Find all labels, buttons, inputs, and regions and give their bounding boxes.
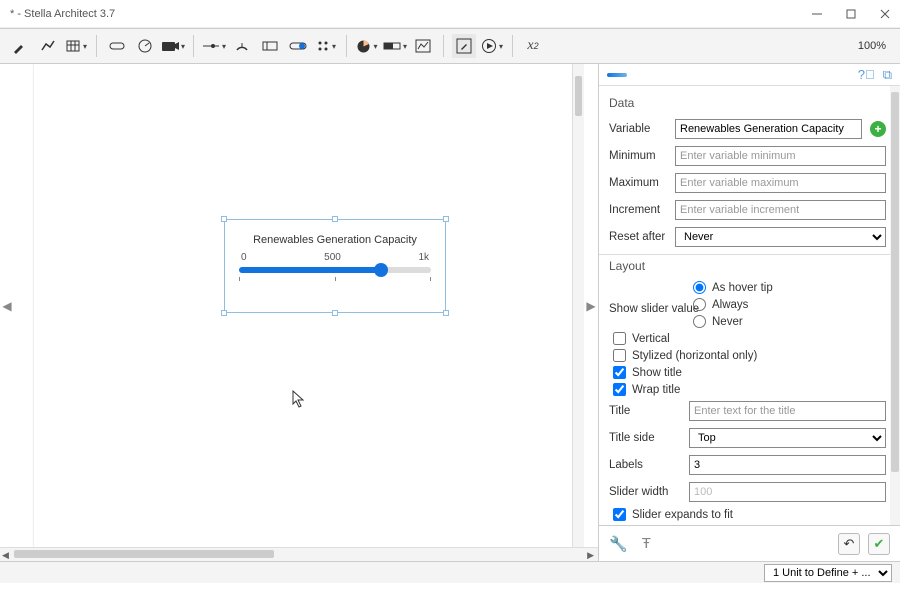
pill-tool-icon[interactable]: [105, 34, 129, 58]
help-icon[interactable]: ?⃝: [858, 67, 875, 83]
show-slider-value-label: Show slider value: [609, 303, 699, 315]
table-icon[interactable]: ▾: [64, 34, 88, 58]
reset-after-select[interactable]: Never: [675, 227, 886, 247]
check-expands[interactable]: [613, 508, 626, 521]
zoom-indicator[interactable]: 100%: [858, 40, 892, 52]
check-show-title[interactable]: [613, 366, 626, 379]
minimum-label: Minimum: [609, 150, 671, 162]
panel-object-icon: [607, 73, 627, 77]
next-page-arrow-icon[interactable]: ▶: [584, 64, 598, 547]
radio-never[interactable]: [693, 315, 706, 328]
slider-width-input: [689, 482, 886, 502]
canvas[interactable]: Renewables Generation Capacity 0 500 1k: [34, 64, 572, 547]
title-side-select[interactable]: Top: [689, 428, 886, 448]
wrench-tab-icon[interactable]: 🔧: [609, 535, 628, 553]
labels-label: Labels: [609, 459, 685, 471]
add-variable-button[interactable]: +: [870, 121, 886, 137]
gauge-tool-icon[interactable]: [133, 34, 157, 58]
radio-hover-tip[interactable]: [693, 281, 706, 294]
toggle-tool-icon[interactable]: [286, 34, 310, 58]
maximum-label: Maximum: [609, 177, 671, 189]
status-bar: 1 Unit to Define + ...: [0, 561, 900, 583]
play-icon[interactable]: ▾: [480, 34, 504, 58]
popout-icon[interactable]: ⧉: [883, 67, 892, 83]
panel-vertical-scrollbar[interactable]: [890, 86, 900, 525]
title-input[interactable]: [689, 401, 886, 421]
slider-width-label: Slider width: [609, 486, 685, 498]
canvas-vertical-scrollbar[interactable]: [572, 64, 584, 547]
properties-panel: ?⃝ ⧉ Data Variable + Minimum Maximum Inc…: [598, 64, 900, 561]
slider-fill: [239, 267, 381, 273]
check-wrap-title[interactable]: [613, 383, 626, 396]
window-controls: [812, 9, 890, 19]
slider-scale-mid: 500: [324, 252, 341, 263]
window-titlebar: * - Stella Architect 3.7: [0, 0, 900, 28]
title-side-label: Title side: [609, 432, 685, 444]
increment-label: Increment: [609, 204, 671, 216]
camera-tool-icon[interactable]: ▾: [161, 34, 185, 58]
maximize-button[interactable]: [846, 9, 856, 19]
canvas-horizontal-scrollbar[interactable]: ◀▶: [0, 547, 598, 561]
style-tab-icon[interactable]: Ŧ: [642, 535, 651, 553]
slider-widget[interactable]: Renewables Generation Capacity 0 500 1k: [224, 219, 446, 313]
line-chart-icon[interactable]: [36, 34, 60, 58]
units-status-select[interactable]: 1 Unit to Define + ...: [764, 564, 892, 582]
input-tool-icon[interactable]: [258, 34, 282, 58]
slider-tool-icon[interactable]: ▾: [202, 34, 226, 58]
close-button[interactable]: [880, 9, 890, 19]
labels-input[interactable]: [689, 455, 886, 475]
prev-page-arrow-icon[interactable]: ◀: [0, 64, 14, 547]
check-vertical[interactable]: [613, 332, 626, 345]
resize-handle[interactable]: [332, 216, 338, 222]
toolbar: ▾ ▾ ▾ ▾ ▾ ▾ ▾ x2 100%: [0, 28, 900, 64]
layout-section-header: Layout: [609, 259, 886, 273]
apply-button[interactable]: ✔: [868, 533, 890, 555]
brush-tool-icon[interactable]: [8, 34, 32, 58]
slider-track[interactable]: [239, 267, 431, 273]
progress-tool-icon[interactable]: ▾: [383, 34, 407, 58]
slider-scale-max: 1k: [418, 252, 429, 263]
maximum-input[interactable]: [675, 173, 886, 193]
resize-handle[interactable]: [443, 216, 449, 222]
data-section-header: Data: [609, 96, 886, 110]
reset-after-label: Reset after: [609, 231, 671, 243]
spark-tool-icon[interactable]: [411, 34, 435, 58]
resize-handle[interactable]: [221, 216, 227, 222]
variable-label: Variable: [609, 123, 671, 135]
minimum-input[interactable]: [675, 146, 886, 166]
resize-handle[interactable]: [443, 310, 449, 316]
minimize-button[interactable]: [812, 9, 822, 19]
widget-title: Renewables Generation Capacity: [237, 234, 433, 246]
knob-tool-icon[interactable]: [230, 34, 254, 58]
variable-input[interactable]: [675, 119, 862, 139]
options-tool-icon[interactable]: ▾: [314, 34, 338, 58]
increment-input[interactable]: [675, 200, 886, 220]
title-label: Title: [609, 405, 685, 417]
resize-handle[interactable]: [332, 310, 338, 316]
check-stylized[interactable]: [613, 349, 626, 362]
resize-handle[interactable]: [221, 310, 227, 316]
window-title: * - Stella Architect 3.7: [10, 8, 115, 20]
pie-tool-icon[interactable]: ▾: [355, 34, 379, 58]
slider-thumb[interactable]: [374, 263, 388, 277]
mouse-cursor-icon: [292, 390, 306, 408]
equation-icon[interactable]: x2: [521, 34, 545, 58]
slider-scale-min: 0: [241, 252, 247, 263]
undo-button[interactable]: ↶: [838, 533, 860, 555]
edit-mode-icon[interactable]: [452, 34, 476, 58]
